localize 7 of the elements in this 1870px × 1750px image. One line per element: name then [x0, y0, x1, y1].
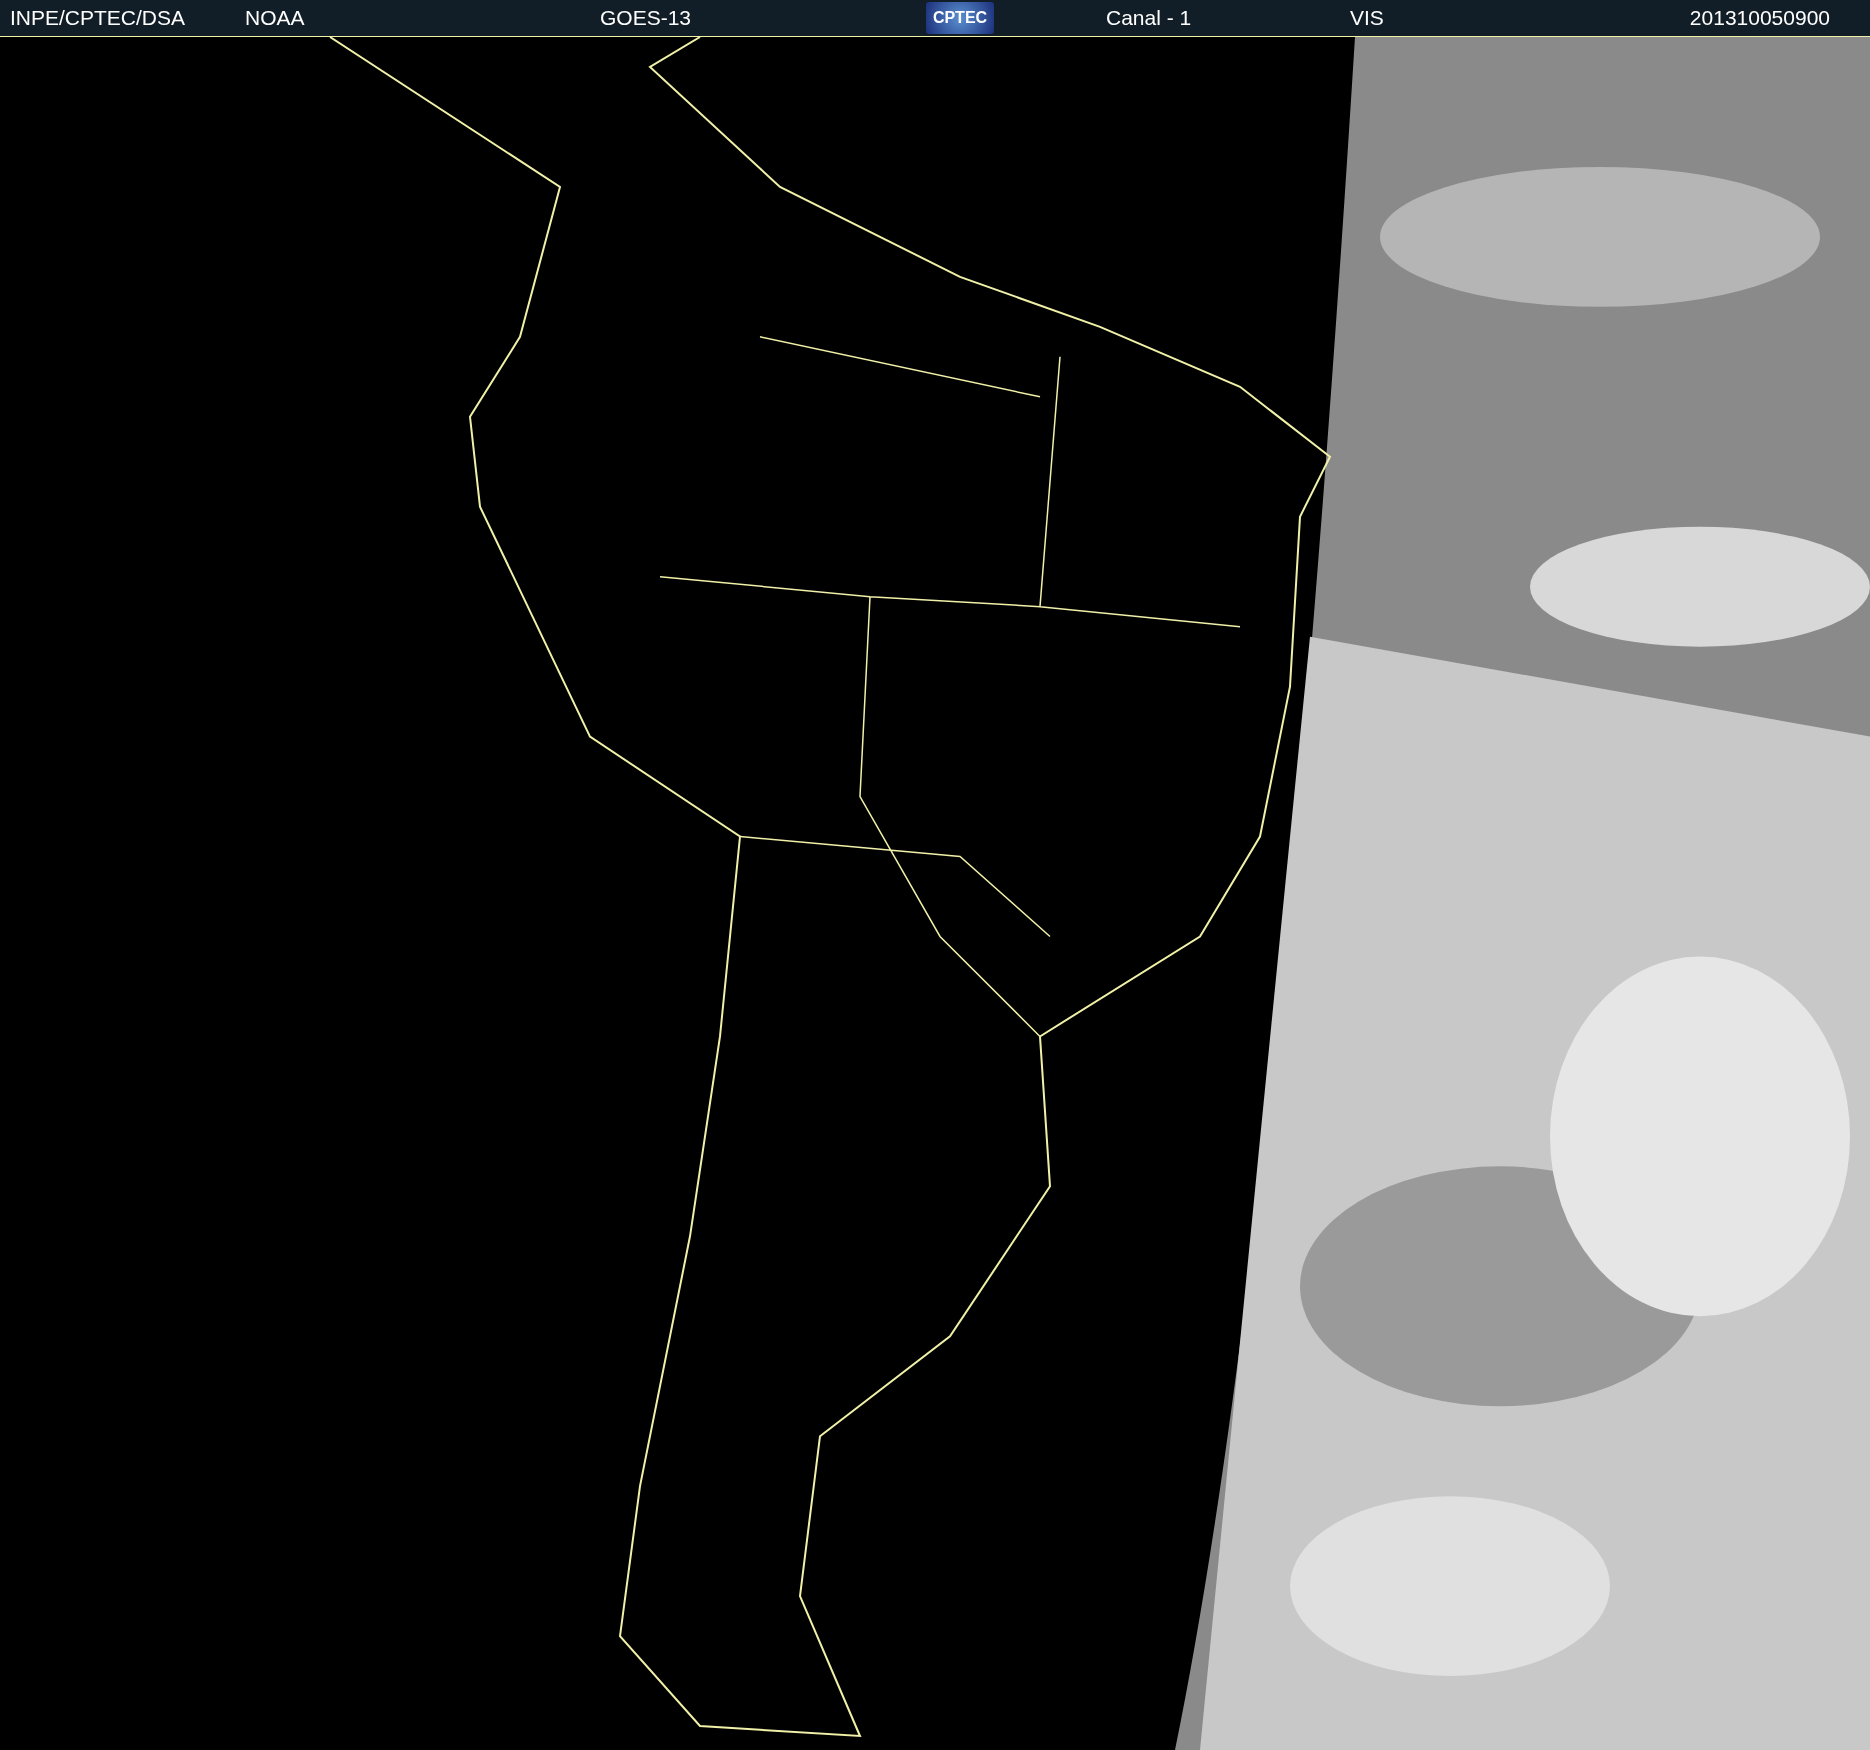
agency-label: NOAA	[245, 6, 306, 30]
timestamp-label: 201310050900	[1689, 6, 1830, 30]
channel-label: Canal - 1	[1106, 6, 1193, 30]
satellite-label: GOES-13	[600, 6, 693, 30]
source-label: INPE/CPTEC/DSA	[10, 6, 187, 30]
band-label: VIS	[1350, 6, 1385, 30]
logo: CPTEC	[926, 2, 994, 34]
